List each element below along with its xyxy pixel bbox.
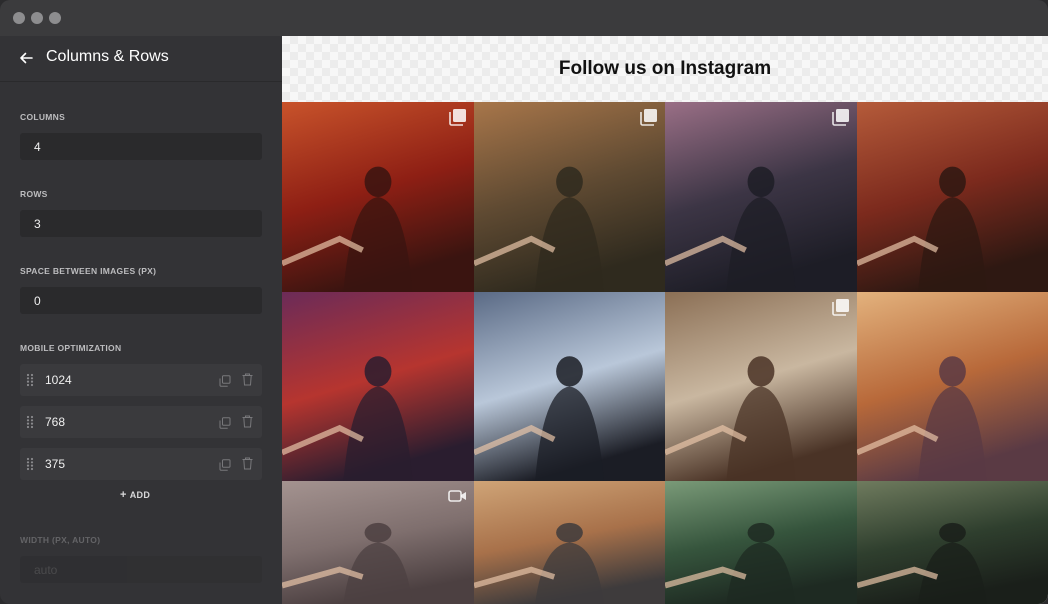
instagram-photo-tile[interactable] (474, 481, 665, 604)
drag-handle-icon[interactable] (26, 457, 34, 471)
delete-icon[interactable] (242, 457, 253, 470)
photo-image (857, 102, 1048, 292)
breakpoint-value: 1024 (45, 373, 72, 387)
drag-handle-icon[interactable] (26, 415, 34, 429)
photo-image (857, 292, 1048, 481)
add-breakpoint-button[interactable]: + ADD (120, 489, 150, 501)
instagram-photo-tile[interactable] (282, 292, 474, 481)
duplicate-icon[interactable] (219, 458, 231, 471)
spacing-label: SPACE BETWEEN IMAGES (PX) (20, 266, 157, 276)
back-arrow-icon[interactable] (16, 48, 36, 68)
columns-input[interactable] (20, 133, 262, 160)
spacing-field[interactable] (20, 287, 262, 314)
video-icon (448, 487, 468, 505)
widget-preview: Follow us on Instagram (282, 36, 1048, 604)
duplicate-icon[interactable] (219, 416, 231, 429)
gallery-icon (448, 108, 468, 126)
photo-image (282, 481, 474, 604)
gallery-icon (831, 298, 851, 316)
width-field[interactable] (20, 556, 262, 583)
spacing-input[interactable] (20, 287, 262, 314)
drag-handle-icon[interactable] (26, 373, 34, 387)
sidebar-title: Columns & Rows (46, 48, 169, 65)
instagram-photo-tile[interactable] (857, 481, 1048, 604)
widget-title: Follow us on Instagram (558, 58, 772, 79)
instagram-photo-tile[interactable] (474, 102, 665, 292)
rows-input[interactable] (20, 210, 262, 237)
photo-image (474, 292, 665, 481)
breakpoint-value: 375 (45, 457, 66, 471)
photo-image (282, 102, 474, 292)
mobile-optimization-label: MOBILE OPTIMIZATION (20, 343, 122, 353)
instagram-photo-tile[interactable] (282, 102, 474, 292)
photo-image (474, 102, 665, 292)
widget-header: Follow us on Instagram (282, 36, 1048, 102)
delete-icon[interactable] (242, 373, 253, 386)
window-close-button[interactable] (13, 12, 25, 24)
photo-image (665, 292, 857, 481)
plus-icon: + (120, 489, 127, 501)
title-bar (0, 0, 1048, 36)
instagram-photo-tile[interactable] (665, 102, 857, 292)
photo-image (474, 481, 665, 604)
instagram-grid (282, 102, 1048, 604)
instagram-photo-tile[interactable] (474, 292, 665, 481)
breakpoint-row[interactable]: 768 (20, 406, 262, 438)
rows-label: ROWS (20, 189, 48, 199)
breakpoint-row[interactable]: 375 (20, 448, 262, 480)
photo-image (282, 292, 474, 481)
settings-sidebar: Columns & Rows COLUMNS ROWS SPACE BETWEE… (0, 36, 282, 604)
breakpoint-row[interactable]: 1024 (20, 364, 262, 396)
instagram-photo-tile[interactable] (282, 481, 474, 604)
width-label: WIDTH (PX, AUTO) (20, 535, 101, 545)
instagram-photo-tile[interactable] (857, 292, 1048, 481)
breakpoint-value: 768 (45, 415, 66, 429)
columns-label: COLUMNS (20, 112, 66, 122)
app-window: Columns & Rows COLUMNS ROWS SPACE BETWEE… (0, 0, 1048, 604)
gallery-icon (639, 108, 659, 126)
photo-image (857, 481, 1048, 604)
add-breakpoint-label: ADD (129, 490, 151, 500)
gallery-icon (831, 108, 851, 126)
instagram-photo-tile[interactable] (857, 102, 1048, 292)
photo-image (665, 102, 857, 292)
sidebar-header: Columns & Rows (0, 36, 282, 82)
duplicate-icon[interactable] (219, 374, 231, 387)
window-minimize-button[interactable] (31, 12, 43, 24)
window-maximize-button[interactable] (49, 12, 61, 24)
instagram-photo-tile[interactable] (665, 292, 857, 481)
columns-field[interactable] (20, 133, 262, 160)
width-input[interactable] (20, 556, 262, 583)
photo-image (665, 481, 857, 604)
rows-field[interactable] (20, 210, 262, 237)
instagram-photo-tile[interactable] (665, 481, 857, 604)
delete-icon[interactable] (242, 415, 253, 428)
